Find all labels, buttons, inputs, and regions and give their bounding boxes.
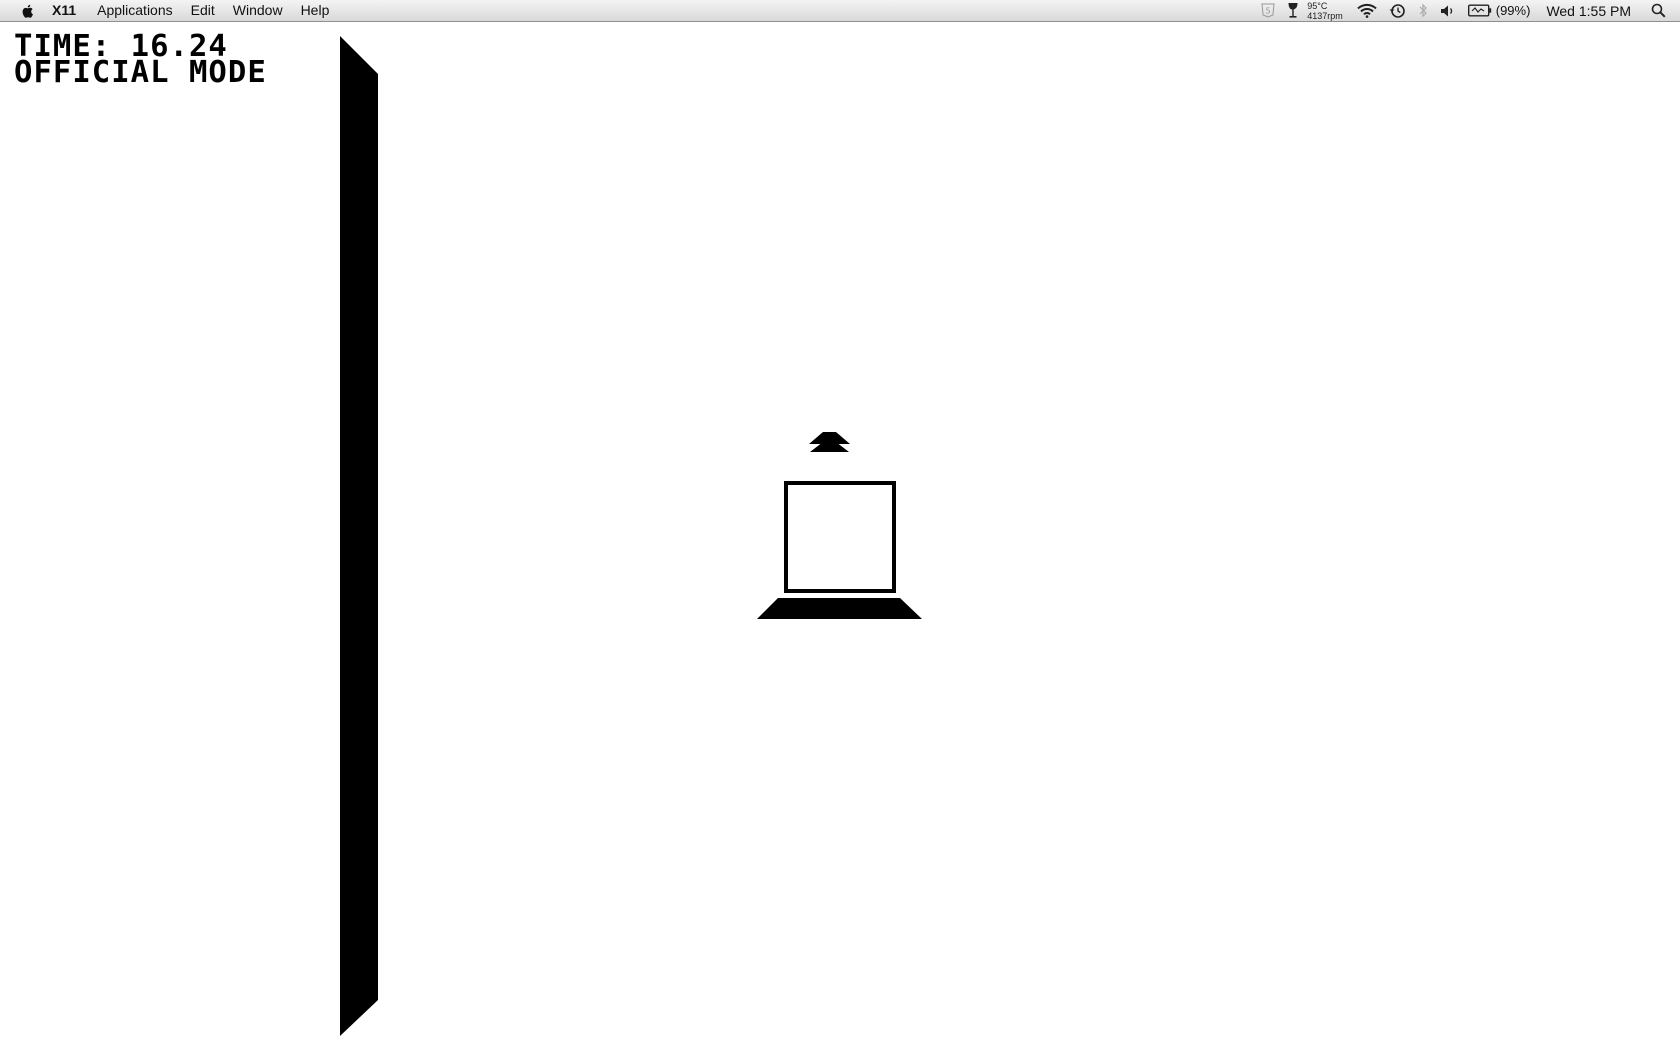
wifi-icon[interactable]: [1357, 0, 1377, 21]
volume-icon[interactable]: [1440, 0, 1456, 21]
temperature-value: 95°C: [1307, 0, 1328, 11]
menu-clock[interactable]: Wed 1:55 PM: [1546, 3, 1631, 19]
menu-applications[interactable]: Applications: [88, 0, 182, 21]
battery-icon: [1467, 4, 1491, 17]
menu-window[interactable]: Window: [224, 0, 292, 21]
battery-status[interactable]: (99%): [1467, 0, 1531, 21]
player-square: [784, 481, 896, 593]
bluetooth-icon[interactable]: [1418, 0, 1428, 21]
left-wall: [340, 36, 378, 1036]
menu-bar: X11 Applications Edit Window Help 5 95°C…: [0, 0, 1680, 22]
apple-icon[interactable]: [20, 3, 36, 19]
svg-text:5: 5: [1266, 7, 1271, 16]
direction-arrow-tip: [809, 432, 850, 444]
game-canvas[interactable]: TIME: 16.24 OFFICIAL MODE: [0, 22, 1680, 1050]
temperature-readout[interactable]: 95°C 4137rpm: [1307, 1, 1343, 21]
platform: [757, 598, 922, 619]
time-machine-icon[interactable]: [1389, 0, 1406, 21]
menu-app-name[interactable]: X11: [52, 0, 88, 21]
menu-bar-status: 5 95°C 4137rpm (99%) Wed 1:55 PM: [1255, 0, 1680, 21]
spotlight-icon[interactable]: [1651, 0, 1666, 21]
fan-speed-value: 4137rpm: [1307, 10, 1343, 21]
game-scene: [340, 36, 922, 1036]
wine-glass-icon[interactable]: [1287, 0, 1299, 21]
battery-percent: (99%): [1495, 3, 1531, 18]
html5-shield-icon[interactable]: 5: [1261, 0, 1275, 21]
menu-bar-left: X11 Applications Edit Window Help: [0, 0, 338, 21]
menu-help[interactable]: Help: [292, 0, 339, 21]
menu-edit[interactable]: Edit: [182, 0, 224, 21]
